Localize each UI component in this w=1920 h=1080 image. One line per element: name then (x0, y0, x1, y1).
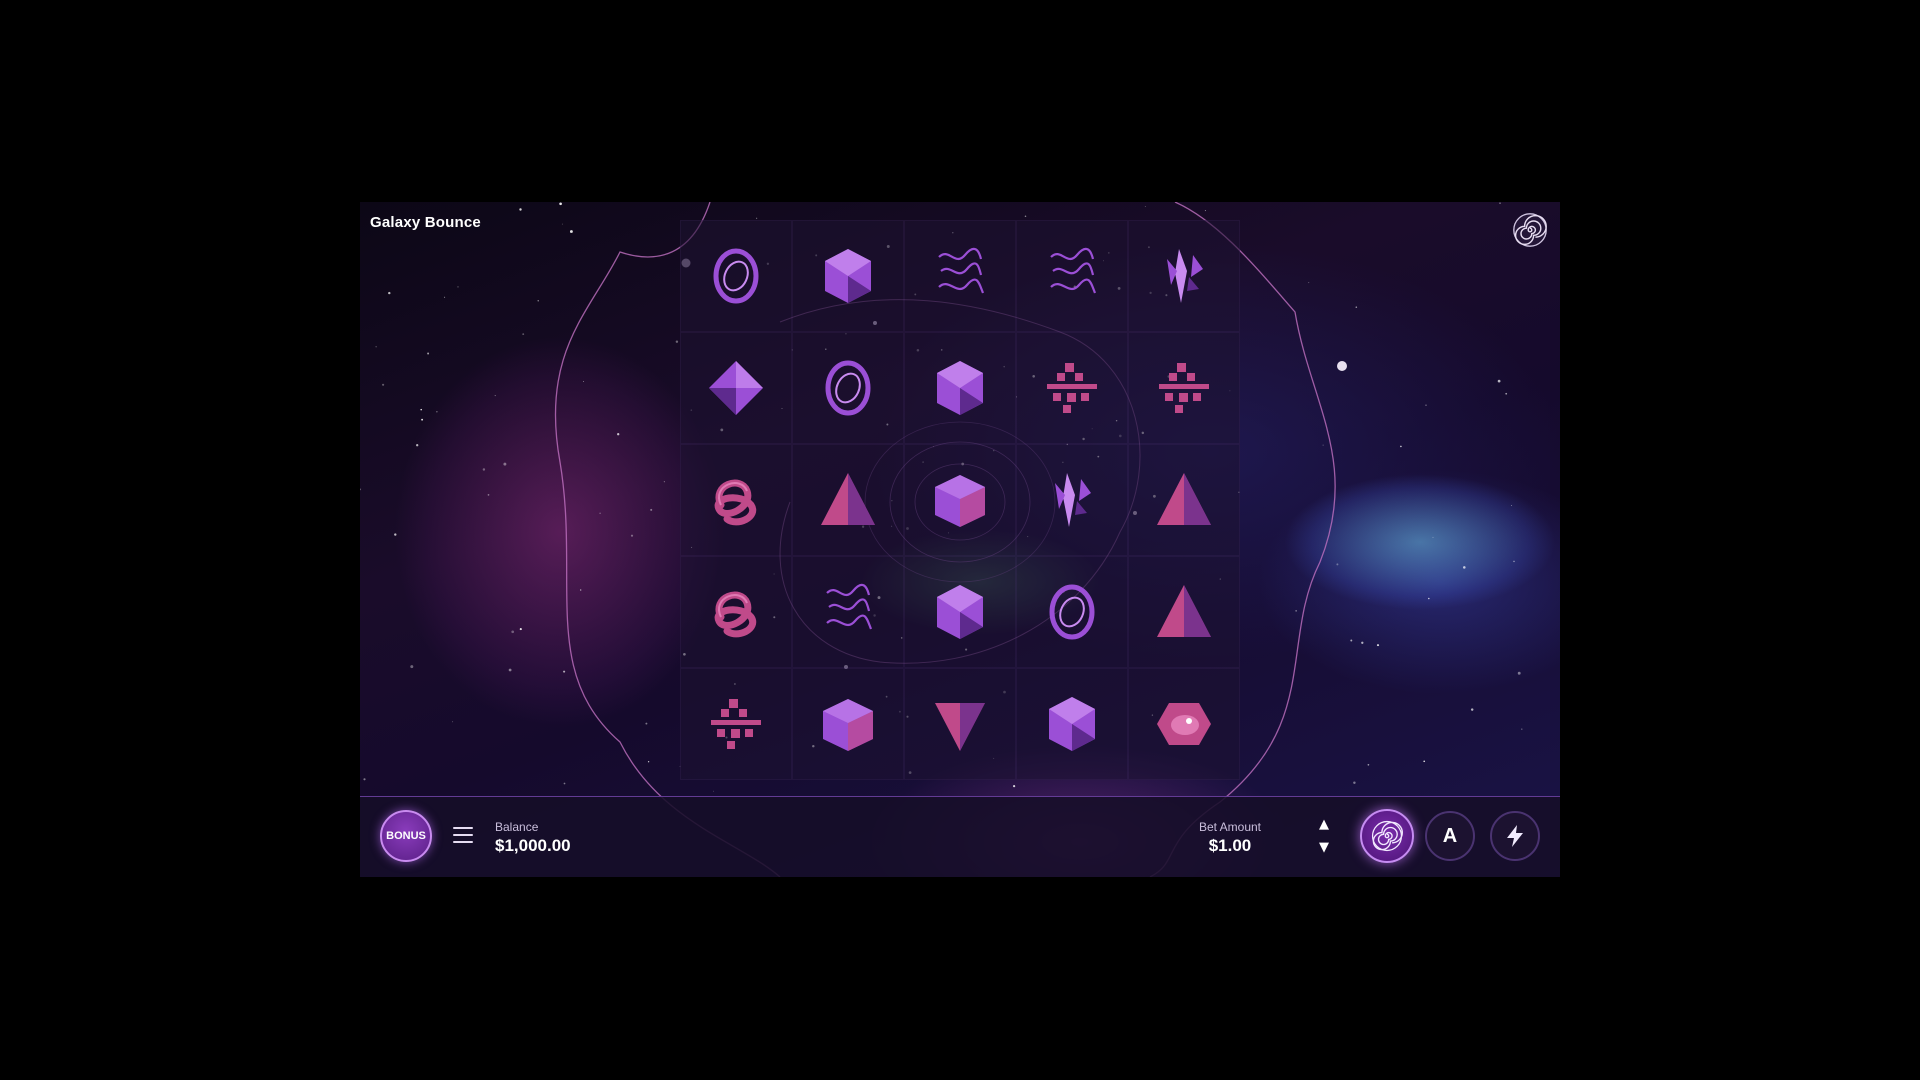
reel-cell (1128, 332, 1240, 444)
pyramid-icon (1157, 473, 1211, 525)
reel-cell (680, 668, 792, 780)
menu-icon[interactable] (453, 827, 473, 843)
spin-button[interactable] (1360, 809, 1414, 863)
reel-cell (1128, 444, 1240, 556)
reel-cell (1128, 668, 1240, 780)
crystal-cluster-icon (1167, 249, 1203, 303)
reel-cell (792, 220, 904, 332)
reel-cell (1016, 444, 1128, 556)
crystal-cluster-icon (1055, 473, 1091, 527)
cube-icon (935, 475, 985, 527)
spiral-icon[interactable] (1512, 212, 1548, 248)
reel-cell (904, 556, 1016, 668)
reel-cell (680, 220, 792, 332)
bet-increase-icon[interactable]: ▲ (1315, 817, 1333, 833)
hexagon-icon (937, 361, 983, 415)
diamond-icon (709, 361, 763, 415)
reel-cell (792, 668, 904, 780)
control-bar: BONUS Balance $1,000.00 Bet Amount $1.00… (360, 796, 1560, 877)
bet-decrease-icon[interactable]: ▼ (1315, 840, 1333, 856)
game-title: Galaxy Bounce (370, 214, 481, 231)
reel-cell (904, 220, 1016, 332)
ring-icon (713, 248, 759, 304)
balance-value: $1,000.00 (495, 836, 571, 855)
reel-cell (1128, 556, 1240, 668)
turbo-button[interactable] (1490, 811, 1540, 861)
inverted-pyramid-icon (935, 703, 985, 751)
reel-cell (680, 556, 792, 668)
squiggle-icon (938, 247, 985, 294)
bet-amount-value: $1.00 (1208, 836, 1252, 855)
reel-cell (1016, 668, 1128, 780)
balance-label: Balance (495, 820, 539, 834)
game-window: Galaxy Bounce BONUS Balance $1,000.00 Be… (360, 202, 1560, 877)
reel-grid (680, 220, 1240, 780)
lightning-icon (1507, 825, 1523, 847)
bet-amount-label: Bet Amount (1198, 820, 1262, 834)
pyramid-icon (821, 473, 875, 525)
eye-gem-icon (1157, 703, 1211, 745)
reel-cell (680, 444, 792, 556)
squiggle-icon (826, 583, 873, 630)
reel-cell (680, 332, 792, 444)
knot-icon (714, 479, 757, 526)
reel-cell (904, 668, 1016, 780)
pyramid-icon (1157, 585, 1211, 637)
cube-icon (823, 699, 873, 751)
block-cluster-icon (1159, 363, 1209, 413)
bonus-button[interactable]: BONUS (380, 810, 432, 862)
ring-icon (825, 360, 871, 416)
ring-icon (1049, 584, 1095, 640)
reel-cell (1128, 220, 1240, 332)
reel-cell (792, 556, 904, 668)
reel-cell (792, 444, 904, 556)
block-cluster-icon (711, 699, 761, 749)
reel-cell (1016, 220, 1128, 332)
autoplay-button[interactable]: A (1425, 811, 1475, 861)
reel-cell (904, 332, 1016, 444)
block-cluster-icon (1047, 363, 1097, 413)
reel-cell (792, 332, 904, 444)
squiggle-icon (1050, 247, 1097, 294)
hexagon-icon (937, 585, 983, 639)
reel-cell (904, 444, 1016, 556)
hexagon-icon (825, 249, 871, 303)
hexagon-icon (1049, 697, 1095, 751)
spiral-icon (1371, 820, 1403, 852)
knot-icon (714, 591, 757, 638)
reel-cell (1016, 556, 1128, 668)
reel-cell (1016, 332, 1128, 444)
